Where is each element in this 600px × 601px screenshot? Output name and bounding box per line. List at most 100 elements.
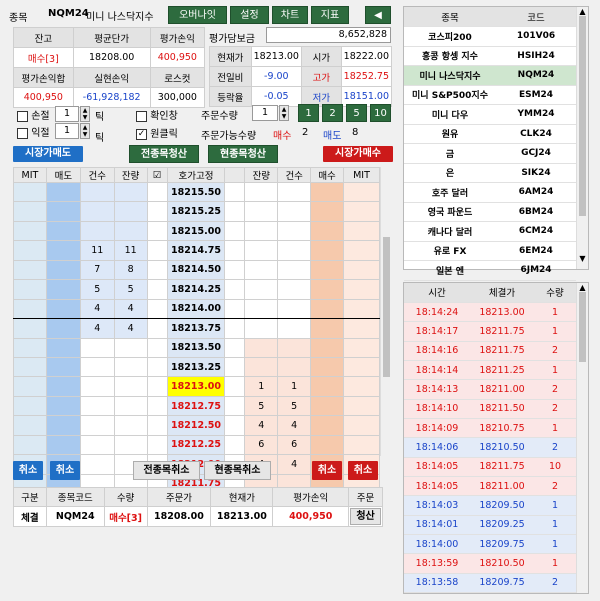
sell-order-cell[interactable] [45, 279, 81, 300]
qty-10-button[interactable]: 10 [370, 104, 391, 122]
buy-order-cell[interactable] [310, 220, 344, 242]
mit-buy-cell[interactable] [343, 356, 380, 378]
stoploss-checkbox[interactable] [17, 110, 28, 122]
sell-order-cell[interactable] [45, 240, 81, 261]
takeprofit-ticks-input[interactable]: 1 [55, 123, 79, 139]
symbol-list-item[interactable]: 일본 엔 6JM24 [404, 260, 576, 281]
confirm-checkbox[interactable] [136, 110, 147, 122]
takeprofit-option[interactable]: 익절 [17, 124, 50, 139]
cancel-mit-buy-button[interactable]: 취소 [348, 461, 378, 480]
trade-list-scrollbar[interactable]: ▲ [576, 283, 588, 593]
symbol-list-scroll-thumb[interactable] [579, 16, 586, 216]
mit-buy-cell[interactable] [343, 181, 380, 203]
price-cell[interactable]: 18214.50 [166, 259, 226, 281]
chart-button[interactable]: 차트 [272, 6, 308, 24]
price-cell[interactable]: 18213.00 [166, 376, 226, 397]
liquidate-button[interactable]: 청산 [350, 508, 381, 525]
mit-buy-cell[interactable] [343, 259, 380, 281]
buy-order-cell[interactable] [310, 240, 344, 261]
price-cell[interactable]: 18212.50 [166, 415, 226, 436]
buy-order-cell[interactable] [310, 201, 344, 222]
orderbook-scrollbar[interactable] [380, 167, 392, 456]
trade-scroll-up-icon[interactable]: ▲ [577, 283, 588, 292]
indicator-button[interactable]: 지표 [311, 6, 349, 24]
cancel-all-button[interactable]: 전종목취소 [133, 461, 200, 480]
mit-buy-cell[interactable] [343, 395, 380, 417]
cancel-mit-sell-button[interactable]: 취소 [13, 461, 43, 480]
scroll-up-icon[interactable]: ▲ [577, 7, 588, 16]
close-current-button[interactable]: 현종목청산 [208, 145, 278, 163]
sell-order-cell[interactable] [45, 434, 81, 456]
mit-buy-cell[interactable] [343, 318, 380, 339]
collapse-arrow-icon[interactable]: ◀ [365, 6, 391, 24]
price-cell[interactable]: 18213.50 [166, 337, 226, 358]
order-qty-input[interactable]: 1 [252, 105, 278, 121]
price-cell[interactable]: 18212.25 [166, 434, 226, 456]
mit-buy-cell[interactable] [343, 376, 380, 397]
price-cell[interactable]: 18215.25 [166, 201, 226, 222]
sell-order-cell[interactable] [45, 415, 81, 436]
mit-sell-cell[interactable] [13, 434, 47, 456]
symbol-list-item[interactable]: 은 SIK24 [404, 163, 576, 183]
confirm-option[interactable]: 확인창 [136, 107, 178, 122]
sell-order-cell[interactable] [45, 376, 81, 397]
qty-1-button[interactable]: 1 [298, 104, 319, 122]
symbol-list-item[interactable]: 호주 달러 6AM24 [404, 182, 576, 203]
mit-sell-cell[interactable] [13, 318, 47, 339]
mit-sell-cell[interactable] [13, 395, 47, 417]
buy-order-cell[interactable] [310, 181, 344, 203]
losscut-value[interactable]: 300,000 [149, 87, 206, 108]
price-cell[interactable]: 18213.75 [166, 318, 226, 339]
symbol-list-item[interactable]: 영국 파운드 6BM24 [404, 202, 576, 222]
price-cell[interactable]: 18212.75 [166, 395, 226, 417]
symbol-list-item[interactable]: 유로 FX 6EM24 [404, 241, 576, 261]
mit-sell-cell[interactable] [13, 279, 47, 300]
buy-order-cell[interactable] [310, 259, 344, 281]
takeprofit-checkbox[interactable] [17, 127, 28, 139]
sell-order-cell[interactable] [45, 201, 81, 222]
buy-order-cell[interactable] [310, 279, 344, 300]
overnight-button[interactable]: 오버나잇 [168, 6, 227, 24]
buy-order-cell[interactable] [310, 434, 344, 456]
mit-buy-cell[interactable] [343, 434, 380, 456]
cancel-buy-button[interactable]: 취소 [312, 461, 342, 480]
mit-sell-cell[interactable] [13, 259, 47, 281]
stoploss-spinner[interactable]: ▲ ▼ [80, 106, 90, 122]
buy-order-cell[interactable] [310, 318, 344, 339]
cancel-current-button[interactable]: 현종목취소 [204, 461, 271, 480]
mit-buy-cell[interactable] [343, 298, 380, 320]
settings-button[interactable]: 설정 [230, 6, 269, 24]
sell-order-cell[interactable] [45, 259, 81, 281]
symbol-list-item[interactable]: 캐나다 달러 6CM24 [404, 221, 576, 242]
trade-list-scroll-thumb[interactable] [579, 292, 586, 362]
mit-sell-cell[interactable] [13, 298, 47, 320]
sell-order-cell[interactable] [45, 395, 81, 417]
oneclick-option[interactable]: ✓ 원클릭 [136, 125, 178, 140]
price-fix-header[interactable]: 호가고정 [166, 167, 226, 183]
symbol-list-item[interactable]: 코스피200 101V06 [404, 26, 576, 47]
qty-2-button[interactable]: 2 [322, 104, 343, 122]
buy-order-cell[interactable] [310, 298, 344, 320]
symbol-list-item[interactable]: 홍콩 항셍 지수 HSIH24 [404, 46, 576, 66]
buy-order-cell[interactable] [310, 395, 344, 417]
mit-buy-cell[interactable] [343, 337, 380, 358]
sell-order-cell[interactable] [45, 181, 81, 203]
price-cell[interactable]: 18214.00 [166, 298, 226, 320]
sell-order-cell[interactable] [45, 298, 81, 320]
close-all-button[interactable]: 전종목청산 [129, 145, 199, 163]
buy-order-cell[interactable] [310, 356, 344, 378]
symbol-list-item[interactable]: 금 GCJ24 [404, 143, 576, 164]
mit-sell-cell[interactable] [13, 201, 47, 222]
mit-sell-cell[interactable] [13, 376, 47, 397]
orderbook-scroll-thumb[interactable] [383, 237, 390, 377]
price-cell[interactable]: 18214.75 [166, 240, 226, 261]
symbol-list-item[interactable]: 미니 S&P500지수 ESM24 [404, 85, 576, 105]
price-cell[interactable]: 18214.25 [166, 279, 226, 300]
takeprofit-spinner[interactable]: ▲ ▼ [80, 123, 90, 139]
buy-order-cell[interactable] [310, 337, 344, 358]
scroll-down-icon[interactable]: ▼ [577, 254, 588, 263]
mit-buy-cell[interactable] [343, 201, 380, 222]
symbol-list-item[interactable]: 원유 CLK24 [404, 124, 576, 144]
mit-buy-cell[interactable] [343, 220, 380, 242]
buy-order-cell[interactable] [310, 376, 344, 397]
